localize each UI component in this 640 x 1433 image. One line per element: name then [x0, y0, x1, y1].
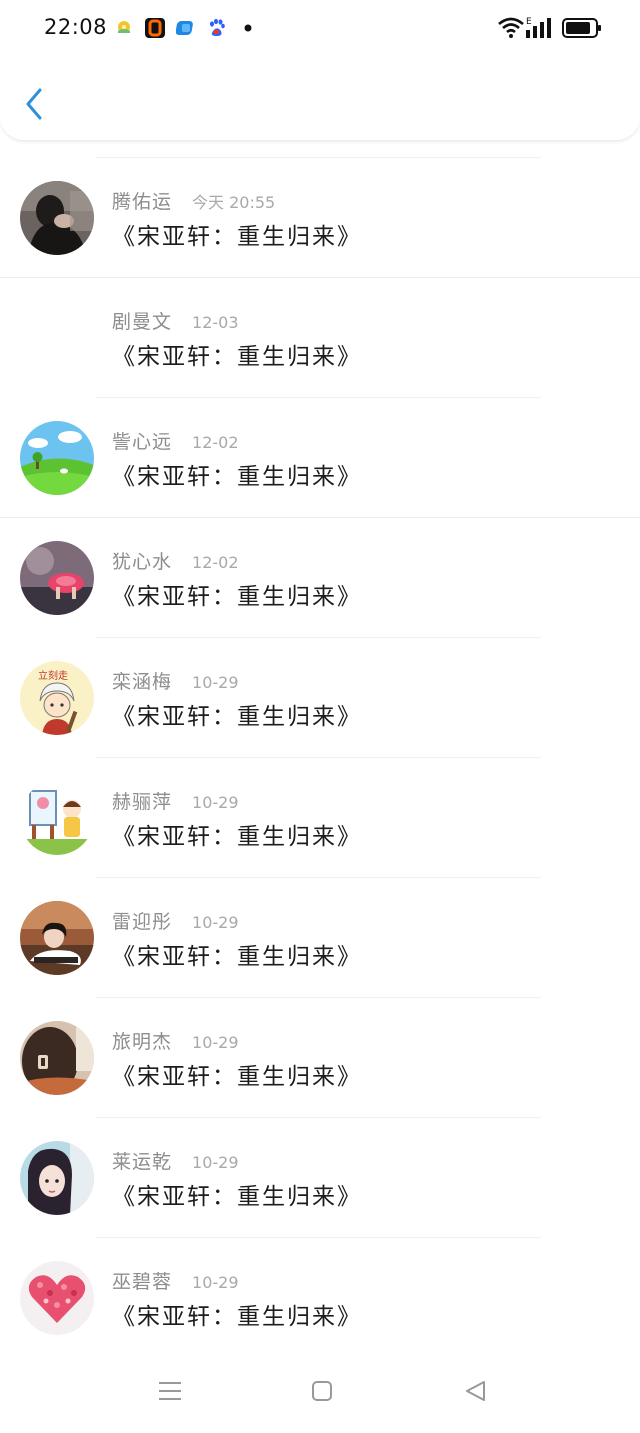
avatar[interactable] [20, 541, 94, 615]
comment-meta: 腾佑运 今天 20:55 [112, 187, 276, 214]
list-item[interactable]: 立刻走 栾涵梅 10-29 《宋亚轩：重生归来》 [0, 638, 640, 758]
comment-meta: 巫碧蓉 10-29 [112, 1267, 239, 1294]
user-name[interactable]: 旅明杰 [112, 1027, 172, 1054]
avatar[interactable] [20, 781, 94, 855]
status-time: 22:08 [44, 15, 108, 39]
list-item[interactable]: 腾佑运 今天 20:55 《宋亚轩：重生归来》 [0, 158, 640, 278]
baidu-paw-icon [207, 18, 227, 38]
chevron-left-icon [26, 88, 42, 120]
comment-meta: 赫骊萍 10-29 [112, 787, 239, 814]
avatar[interactable]: 立刻走 [20, 661, 94, 735]
avatar[interactable] [20, 1261, 94, 1335]
comment-content: 《宋亚轩：重生归来》 [112, 584, 362, 610]
orange-app-icon [145, 18, 165, 38]
list-item[interactable]: 剧曼文 12-03 《宋亚轩：重生归来》 [0, 278, 640, 398]
avatar[interactable] [20, 1141, 94, 1215]
user-name[interactable]: 訾心远 [112, 427, 172, 454]
avatar[interactable] [20, 1021, 94, 1095]
back-button[interactable] [14, 82, 54, 126]
comment-content: 《宋亚轩：重生归来》 [112, 704, 362, 730]
menu-icon [159, 1382, 181, 1400]
avatar[interactable] [20, 181, 94, 255]
comment-content: 《宋亚轩：重生归来》 [112, 1064, 362, 1090]
comment-date: 12-02 [192, 433, 239, 452]
signal-icon: E [526, 17, 551, 38]
avatar[interactable] [20, 901, 94, 975]
user-name[interactable]: 栾涵梅 [112, 667, 172, 694]
user-name[interactable]: 雷迎彤 [112, 907, 172, 934]
comment-content: 《宋亚轩：重生归来》 [112, 464, 362, 490]
system-nav-bar [0, 1353, 640, 1433]
status-bar: 22:08 E [0, 0, 640, 58]
network-type-label: E [526, 17, 532, 27]
comment-meta: 剧曼文 12-03 [112, 307, 239, 334]
list-item[interactable]: 莱运乾 10-29 《宋亚轩：重生归来》 [0, 1118, 640, 1238]
nav-menu-button[interactable] [148, 1369, 192, 1413]
comment-date: 10-29 [192, 913, 239, 932]
list-item[interactable]: 訾心远 12-02 《宋亚轩：重生归来》 [0, 398, 640, 518]
header-bar: 22:08 E [0, 0, 640, 141]
back-triangle-icon [466, 1381, 485, 1401]
comment-meta: 莱运乾 10-29 [112, 1147, 239, 1174]
comment-date: 12-03 [192, 313, 239, 332]
avatar[interactable] [20, 421, 94, 495]
weather-app-icon [114, 18, 134, 38]
list-item[interactable]: 旅明杰 10-29 《宋亚轩：重生归来》 [0, 998, 640, 1118]
comment-date: 10-29 [192, 1153, 239, 1172]
svg-text:立刻走: 立刻走 [38, 669, 68, 682]
comment-date: 12-02 [192, 553, 239, 572]
comment-meta: 栾涵梅 10-29 [112, 667, 239, 694]
comment-date: 10-29 [192, 1273, 239, 1292]
list-item[interactable]: 雷迎彤 10-29 《宋亚轩：重生归来》 [0, 878, 640, 998]
comment-content: 《宋亚轩：重生归来》 [112, 944, 362, 970]
home-square-icon [312, 1381, 332, 1401]
list-item[interactable]: 犹心水 12-02 《宋亚轩：重生归来》 [0, 518, 640, 638]
user-name[interactable]: 赫骊萍 [112, 787, 172, 814]
nav-home-button[interactable] [300, 1369, 344, 1413]
comment-meta: 犹心水 12-02 [112, 547, 239, 574]
comment-meta: 旅明杰 10-29 [112, 1027, 239, 1054]
comment-meta: 雷迎彤 10-29 [112, 907, 239, 934]
user-name[interactable]: 犹心水 [112, 547, 172, 574]
status-app-icons [114, 17, 269, 39]
comment-date: 10-29 [192, 793, 239, 812]
user-name[interactable]: 莱运乾 [112, 1147, 172, 1174]
comment-content: 《宋亚轩：重生归来》 [112, 824, 362, 850]
list-item[interactable]: 赫骊萍 10-29 《宋亚轩：重生归来》 [0, 758, 640, 878]
comment-content: 《宋亚轩：重生归来》 [112, 344, 362, 370]
comment-date: 今天 20:55 [192, 193, 276, 212]
status-indicators: E [498, 16, 602, 40]
blue-app-icon [176, 18, 196, 38]
comment-meta: 訾心远 12-02 [112, 427, 239, 454]
battery-icon [562, 18, 601, 38]
comment-content: 《宋亚轩：重生归来》 [112, 1304, 362, 1330]
nav-back-button[interactable] [453, 1369, 497, 1413]
comment-content: 《宋亚轩：重生归来》 [112, 1184, 362, 1210]
comment-list: 腾佑运 今天 20:55 《宋亚轩：重生归来》 剧曼文 12-03 《宋亚轩：重… [0, 158, 640, 1358]
comment-content: 《宋亚轩：重生归来》 [112, 224, 362, 250]
comment-date: 10-29 [192, 673, 239, 692]
user-name[interactable]: 腾佑运 [112, 187, 172, 214]
user-name[interactable]: 巫碧蓉 [112, 1267, 172, 1294]
wifi-icon [498, 17, 524, 38]
comment-date: 10-29 [192, 1033, 239, 1052]
user-name[interactable]: 剧曼文 [112, 307, 172, 334]
notification-dot-icon [238, 18, 258, 38]
list-item[interactable]: 巫碧蓉 10-29 《宋亚轩：重生归来》 [0, 1238, 640, 1358]
